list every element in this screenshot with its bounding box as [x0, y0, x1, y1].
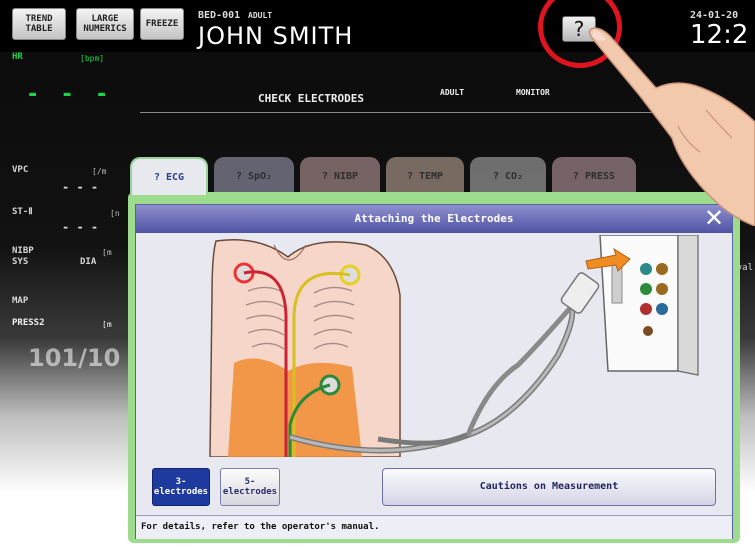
st-value: - - - [62, 220, 99, 234]
mode-adult: ADULT [440, 88, 465, 97]
tab-co2[interactable]: ? CO₂ [470, 157, 546, 195]
five-electrodes-button[interactable]: 5- electrodes [220, 468, 280, 506]
ecg-status-message: CHECK ELECTRODES [258, 92, 364, 105]
sys-label: SYS [12, 257, 29, 267]
tab-nibp[interactable]: ? NIBP [300, 157, 380, 195]
tab-temp[interactable]: ? TEMP [386, 157, 464, 195]
help-footer-note: For details, refer to the operator's man… [136, 515, 732, 539]
hr-unit: [bpm] [80, 54, 105, 63]
hr-label: HR [12, 52, 23, 62]
help-window: Attaching the Electrodes ✕ 3- electrodes… [128, 192, 740, 543]
bed-id: BED-001 [198, 10, 241, 21]
nibp-label: NIBP [12, 246, 34, 256]
large-numerics-button[interactable]: LARGE NUMERICS [76, 8, 134, 40]
st-label: ST-Ⅱ [12, 207, 33, 217]
vpc-label: VPC [12, 165, 29, 175]
trend-table-button[interactable]: TREND TABLE [12, 8, 66, 40]
hr-value: - - - [26, 82, 113, 107]
three-electrodes-button[interactable]: 3- electrodes [152, 468, 210, 506]
press-value: 101/10 [28, 344, 121, 372]
cautions-button[interactable]: Cautions on Measurement [382, 468, 716, 506]
dia-label: DIA [80, 257, 97, 267]
nibp-unit: [m [102, 248, 112, 257]
pointing-hand-icon [588, 27, 755, 226]
vpc-value: - - - [62, 180, 99, 194]
patient-type: ADULT [248, 11, 273, 20]
tab-ecg[interactable]: ? ECG [130, 157, 208, 195]
press-unit: [m [102, 320, 112, 329]
map-label: MAP [12, 296, 29, 306]
electrode-attachment-illustration [209, 235, 699, 457]
freeze-button[interactable]: FREEZE [140, 8, 184, 40]
vpc-unit: [/m [92, 167, 107, 176]
tab-spo2[interactable]: ? SpO₂ [214, 157, 294, 195]
press-label: PRESS2 [12, 318, 45, 328]
help-content: Attaching the Electrodes ✕ 3- electrodes… [135, 204, 733, 539]
patient-name: JOHN SMITH [198, 22, 354, 50]
mode-monitor: MONITOR [516, 88, 550, 97]
st-unit: [n [110, 209, 120, 218]
help-title-text: Attaching the Electrodes [354, 212, 514, 225]
